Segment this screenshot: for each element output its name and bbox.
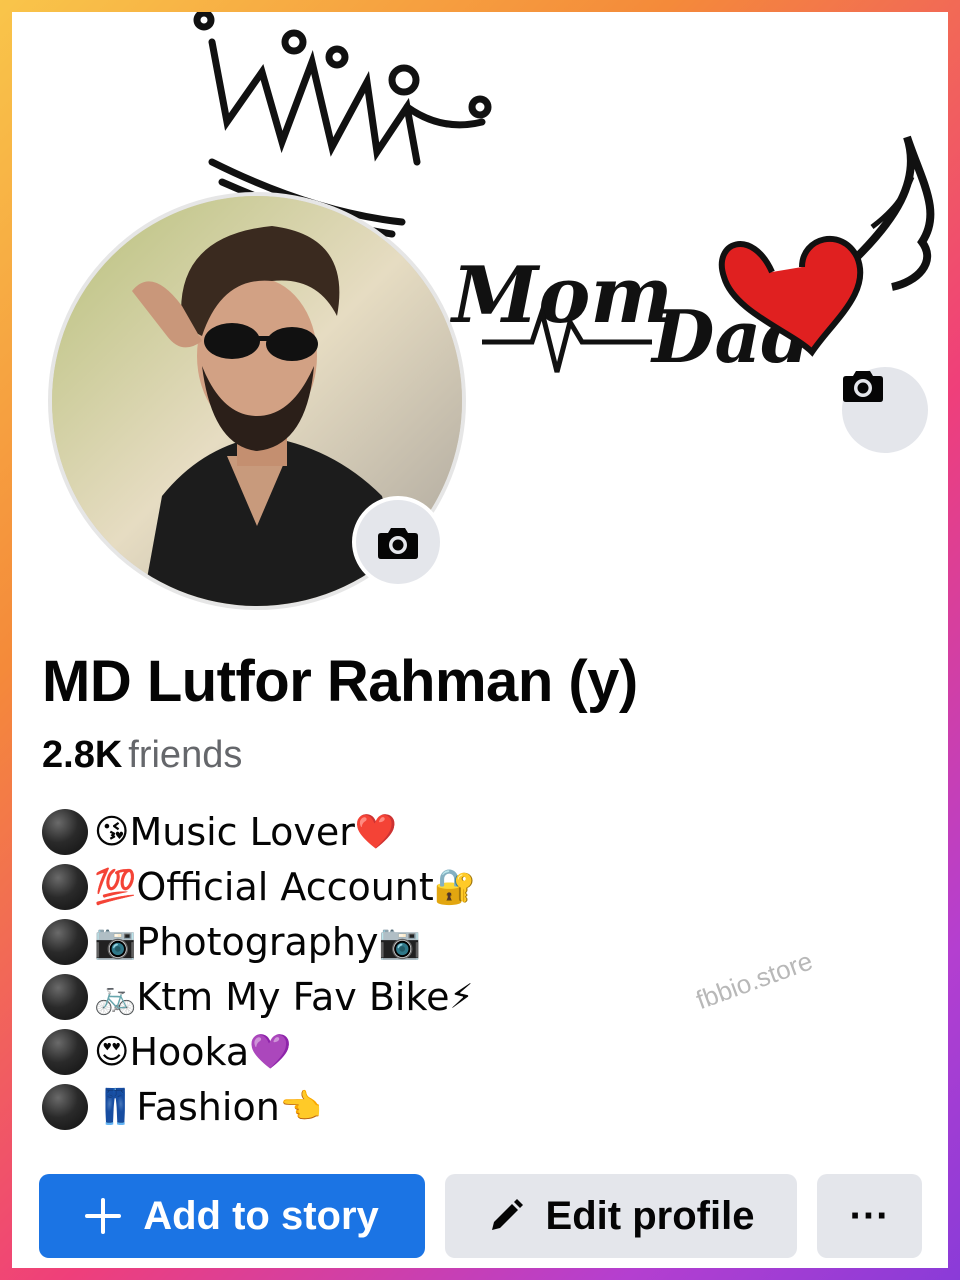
bio-text: Fashion <box>136 1084 280 1129</box>
add-to-story-label: Add to story <box>143 1193 379 1238</box>
bio-list: 😘 Music Lover ❤️ 💯 Official Account 🔐 📷 … <box>42 804 476 1134</box>
edit-profile-label: Edit profile <box>545 1193 755 1238</box>
pencil-icon <box>488 1198 524 1234</box>
bio-emoji: 💯 <box>94 866 137 907</box>
bio-text: Official Account <box>136 864 434 909</box>
mom-text: Mom <box>449 250 673 341</box>
plus-icon <box>85 1198 122 1234</box>
friends-label: friends <box>128 734 243 776</box>
friends-count[interactable]: 2.8K friends <box>42 734 242 777</box>
bio-text: Ktm My Fav Bike <box>136 974 450 1019</box>
bio-line: 📷 Photography 📷 <box>42 914 476 969</box>
black-circle-icon <box>42 918 88 965</box>
bio-trailing-emoji: 📷 <box>378 921 421 962</box>
black-circle-icon <box>42 1083 88 1130</box>
bio-emoji: 😍 <box>94 1031 130 1072</box>
bio-line: 😍 Hooka 💜 <box>42 1024 476 1079</box>
bio-text: Photography <box>136 919 379 964</box>
bio-emoji: 📷 <box>94 921 137 962</box>
black-circle-icon <box>42 1028 88 1075</box>
profile-page: Mom Dad MD Lutfor Rahman (y) 2.8K friend… <box>12 12 948 1268</box>
bio-trailing-emoji: 🔐 <box>433 866 477 907</box>
black-circle-icon <box>42 808 88 855</box>
camera-icon <box>843 371 883 402</box>
edit-profile-button[interactable]: Edit profile <box>445 1174 797 1258</box>
more-options-button[interactable]: ··· <box>817 1174 922 1258</box>
watermark: fbbio.store <box>692 945 817 1016</box>
add-to-story-button[interactable]: Add to story <box>39 1174 425 1258</box>
cover-camera-button[interactable] <box>842 367 928 453</box>
bio-trailing-emoji: ⚡ <box>449 976 474 1017</box>
bio-line: 😘 Music Lover ❤️ <box>42 804 476 859</box>
bio-emoji: 👖 <box>94 1086 137 1127</box>
friends-number: 2.8K <box>42 734 123 776</box>
bio-line: 👖 Fashion 👈 <box>42 1079 476 1134</box>
bio-emoji: 🚲 <box>94 976 137 1017</box>
profile-picture-camera-button[interactable] <box>352 496 444 588</box>
bio-trailing-emoji: 👈 <box>279 1086 323 1127</box>
black-circle-icon <box>42 863 88 910</box>
bio-text: Music Lover <box>129 809 355 854</box>
more-options-icon: ··· <box>849 1193 890 1238</box>
black-circle-icon <box>42 973 88 1020</box>
bio-trailing-emoji: 💜 <box>249 1031 292 1072</box>
bio-emoji: 😘 <box>94 811 130 852</box>
camera-icon <box>378 528 418 559</box>
bio-trailing-emoji: ❤️ <box>354 811 398 852</box>
bio-text: Hooka <box>129 1029 250 1074</box>
profile-name: MD Lutfor Rahman (y) <box>42 649 638 714</box>
bio-line: 🚲 Ktm My Fav Bike ⚡ <box>42 969 476 1024</box>
bio-line: 💯 Official Account 🔐 <box>42 859 476 914</box>
